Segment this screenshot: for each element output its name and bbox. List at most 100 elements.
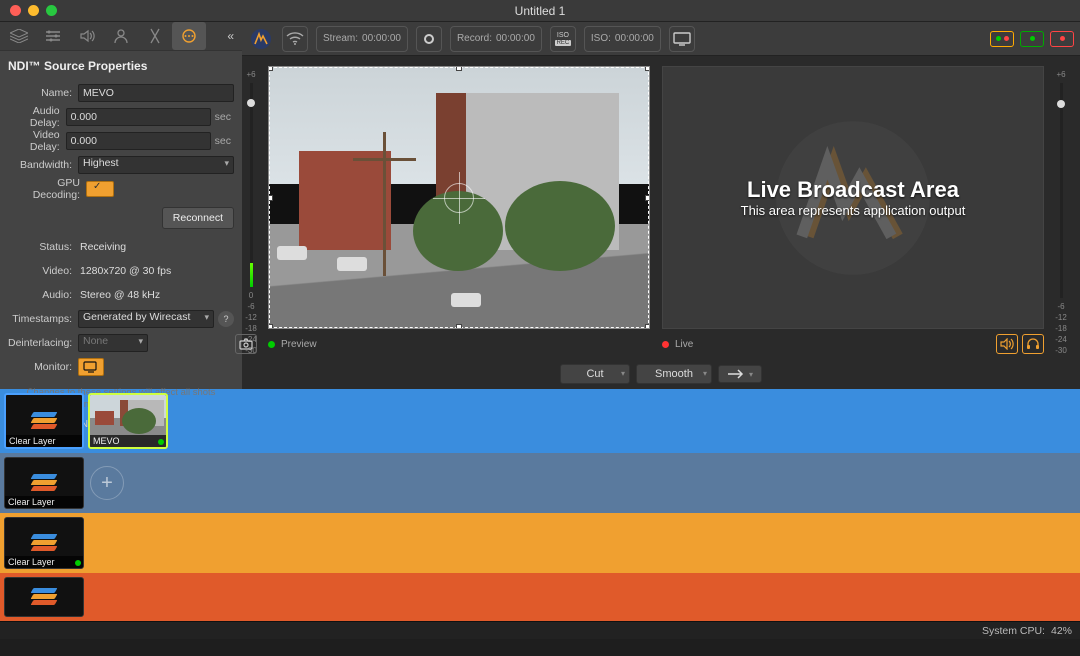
clear-layer-shot[interactable]: Clear Layer (4, 457, 84, 509)
gpu-decoding-label: GPU Decoding: (8, 177, 86, 201)
layer-2[interactable]: Clear Layer + (0, 453, 1080, 513)
live-canvas: Live Broadcast Area This area represents… (662, 66, 1044, 329)
layer-4[interactable] (0, 573, 1080, 621)
go-button[interactable]: ▾ (718, 365, 762, 383)
gpu-decoding-toggle[interactable] (86, 181, 114, 197)
monitor-button[interactable] (78, 358, 104, 376)
audio-delay-unit: sec (211, 111, 234, 123)
name-label: Name: (8, 87, 78, 99)
add-shot-button[interactable]: + (90, 466, 124, 500)
clear-layer-shot[interactable] (4, 577, 84, 617)
name-input[interactable] (78, 84, 234, 102)
audio-info-label: Audio: (8, 289, 78, 301)
mevo-shot[interactable]: MEVO (88, 393, 168, 449)
clear-layer-shot[interactable]: Clear Layer (4, 517, 84, 569)
record-time: 00:00:00 (496, 33, 535, 44)
audio-delay-input[interactable] (66, 108, 211, 126)
shot-label: Clear Layer (6, 435, 82, 447)
app-logo-icon (248, 26, 274, 52)
status-value: Receiving (78, 241, 234, 253)
video-delay-input[interactable] (66, 132, 211, 150)
preview-meter-track[interactable] (250, 83, 253, 287)
audio-delay-label: Audio Delay: (8, 105, 66, 129)
adjust-tab-icon[interactable] (36, 22, 70, 50)
preview-meter-knob[interactable] (247, 99, 255, 107)
live-meter-track[interactable] (1060, 83, 1063, 298)
iso-time: 00:00:00 (615, 33, 654, 44)
layer-1[interactable]: Clear Layer MEVO (0, 389, 1080, 453)
source-tab-icon[interactable] (172, 22, 206, 50)
properties-tabs: « (0, 22, 242, 51)
person-tab-icon[interactable] (104, 22, 138, 50)
layers-area: Clear Layer MEVO Clear Layer + Clear Lay… (0, 389, 1080, 621)
shot-label: Clear Layer (5, 496, 83, 508)
smooth-transition-button[interactable]: Smooth▾ (636, 364, 712, 384)
cpu-value: 42% (1051, 625, 1072, 637)
preview-pane: Preview (268, 66, 650, 355)
video-info-value: 1280x720 @ 30 fps (78, 265, 234, 277)
live-area-subtitle: This area represents application output (741, 203, 966, 218)
transition-controls: Cut▾ Smooth▾ ▾ (242, 359, 1080, 389)
speaker-button[interactable] (996, 334, 1018, 354)
stream-button[interactable]: Stream: 00:00:00 (316, 26, 408, 52)
main-toolbar: Stream: 00:00:00 Record: 00:00:00 ISOREC… (242, 22, 1080, 56)
status-indicator-1[interactable] (990, 31, 1014, 47)
audio-tab-icon[interactable] (70, 22, 104, 50)
status-indicator-2[interactable] (1020, 31, 1044, 47)
layers-icon (30, 472, 58, 494)
zoom-window-button[interactable] (46, 5, 57, 16)
bandwidth-label: Bandwidth: (8, 159, 78, 171)
status-indicator-3[interactable] (1050, 31, 1074, 47)
reconnect-button[interactable]: Reconnect (162, 207, 234, 229)
window-title: Untitled 1 (515, 4, 566, 18)
bandwidth-select[interactable]: Highest (78, 156, 234, 174)
deinterlacing-select[interactable]: None (78, 334, 148, 352)
properties-panel: « NDI™ Source Properties Name: Audio Del… (0, 22, 242, 389)
minimize-window-button[interactable] (28, 5, 39, 16)
crop-tab-icon[interactable] (138, 22, 172, 50)
deinterlacing-label: Deinterlacing: (8, 337, 78, 349)
titlebar: Untitled 1 (0, 0, 1080, 22)
layers-icon (30, 410, 58, 432)
live-label: Live (675, 339, 693, 350)
stream-time: 00:00:00 (362, 33, 401, 44)
layers-icon (30, 532, 58, 554)
status-indicators (990, 31, 1074, 47)
iso-button[interactable]: ISO: 00:00:00 (584, 26, 661, 52)
collapse-panel-button[interactable]: « (221, 29, 240, 43)
selection-handles[interactable] (269, 67, 649, 328)
live-area-title: Live Broadcast Area (747, 177, 959, 203)
layer-3[interactable]: Clear Layer (0, 513, 1080, 573)
display-icon[interactable] (669, 26, 695, 52)
audio-info-value: Stereo @ 48 kHz (78, 289, 234, 301)
wifi-icon[interactable] (282, 26, 308, 52)
timestamps-select[interactable]: Generated by Wirecast (78, 310, 214, 328)
iso-record-icon[interactable]: ISOREC (550, 26, 576, 52)
layers-icon (30, 586, 58, 608)
preview-canvas[interactable] (268, 66, 650, 329)
window-controls (0, 5, 57, 16)
live-meter-knob[interactable] (1057, 100, 1065, 108)
cut-transition-button[interactable]: Cut▾ (560, 364, 630, 384)
record-button[interactable]: Record: 00:00:00 (450, 26, 542, 52)
shot-label: Clear Layer (5, 556, 83, 568)
close-window-button[interactable] (10, 5, 21, 16)
status-label: Status: (8, 241, 78, 253)
stream-label: Stream: (323, 33, 358, 44)
live-indicator-icon (662, 341, 669, 348)
preview-indicator-icon (268, 341, 275, 348)
timestamps-label: Timestamps: (8, 313, 78, 325)
timestamps-help-button[interactable]: ? (218, 311, 234, 327)
record-icon[interactable] (416, 26, 442, 52)
preview-audio-meter: +6 0 -6 -12 -18 -24 -30 (242, 66, 260, 355)
monitor-label: Monitor: (8, 361, 78, 373)
panel-title: NDI™ Source Properties (0, 51, 242, 81)
snapshot-button[interactable] (235, 334, 257, 354)
cpu-label: System CPU: (982, 625, 1045, 637)
iso-label: ISO: (591, 33, 611, 44)
record-label: Record: (457, 33, 492, 44)
layers-tab-icon[interactable] (2, 22, 36, 50)
shot-live-indicator-icon (75, 560, 81, 566)
headphones-button[interactable] (1022, 334, 1044, 354)
clear-layer-shot[interactable]: Clear Layer (4, 393, 84, 449)
